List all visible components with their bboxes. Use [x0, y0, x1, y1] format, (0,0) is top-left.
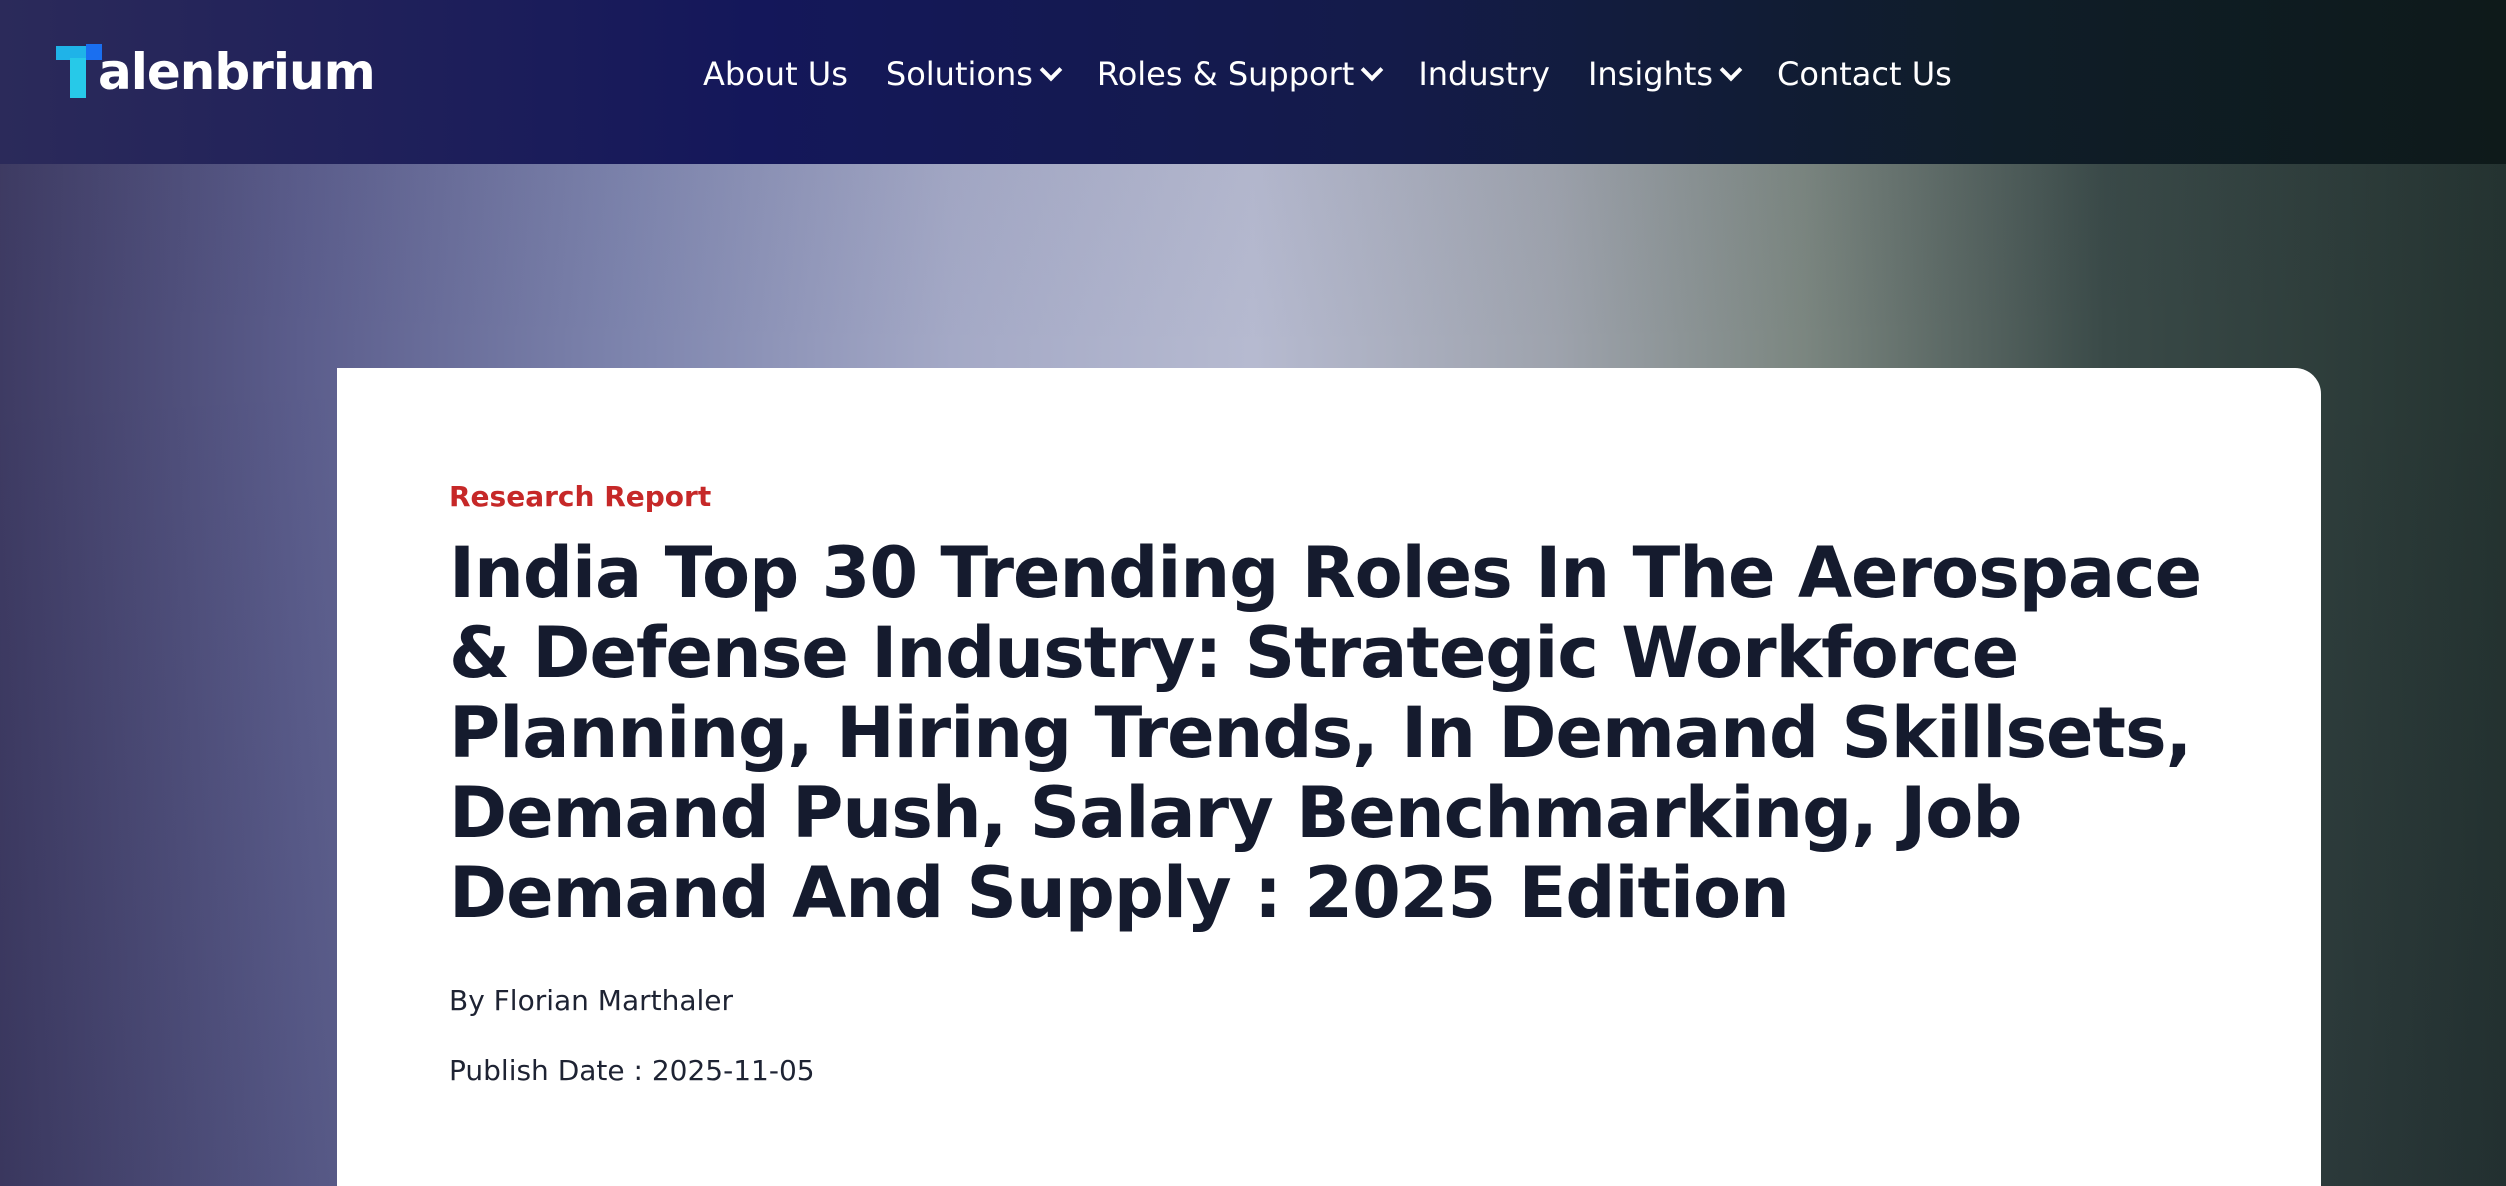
nav-item-label: About Us: [703, 55, 848, 93]
chevron-down-icon: [1039, 58, 1063, 82]
top-navbar: alenbrium About Us Solutions Roles & Sup…: [0, 0, 2506, 164]
nav-item-contact-us[interactable]: Contact Us: [1777, 55, 1952, 93]
publish-date: Publish Date : 2025-11-05: [449, 1054, 815, 1087]
article-card: Research Report India Top 30 Trending Ro…: [337, 368, 2321, 1186]
chevron-down-icon: [1361, 58, 1384, 82]
logo-mark-square: [86, 44, 102, 60]
nav-item-roles-support[interactable]: Roles & Support: [1096, 55, 1384, 93]
nav-item-insights[interactable]: Insights: [1587, 55, 1743, 93]
chevron-down-icon: [1719, 58, 1743, 82]
nav-item-label: Contact Us: [1777, 55, 1952, 93]
logo-mark-stem: [70, 58, 86, 98]
nav-item-about-us[interactable]: About Us: [703, 55, 848, 93]
nav-item-label: Roles & Support: [1096, 55, 1355, 93]
site-logo[interactable]: alenbrium: [56, 40, 376, 101]
main-nav: About Us Solutions Roles & Support Indus…: [703, 50, 1952, 98]
article-category[interactable]: Research Report: [449, 480, 711, 513]
nav-item-industry[interactable]: Industry: [1418, 55, 1550, 93]
logo-wordmark: alenbrium: [98, 43, 376, 101]
nav-item-label: Solutions: [885, 55, 1033, 93]
nav-item-label: Insights: [1587, 55, 1714, 93]
nav-item-solutions[interactable]: Solutions: [885, 55, 1063, 93]
article-author: By Florian Marthaler: [449, 984, 734, 1017]
nav-item-label: Industry: [1418, 55, 1550, 93]
talenbrium-logo-icon: [56, 44, 102, 100]
article-title: India Top 30 Trending Roles In The Aeros…: [449, 532, 2202, 934]
